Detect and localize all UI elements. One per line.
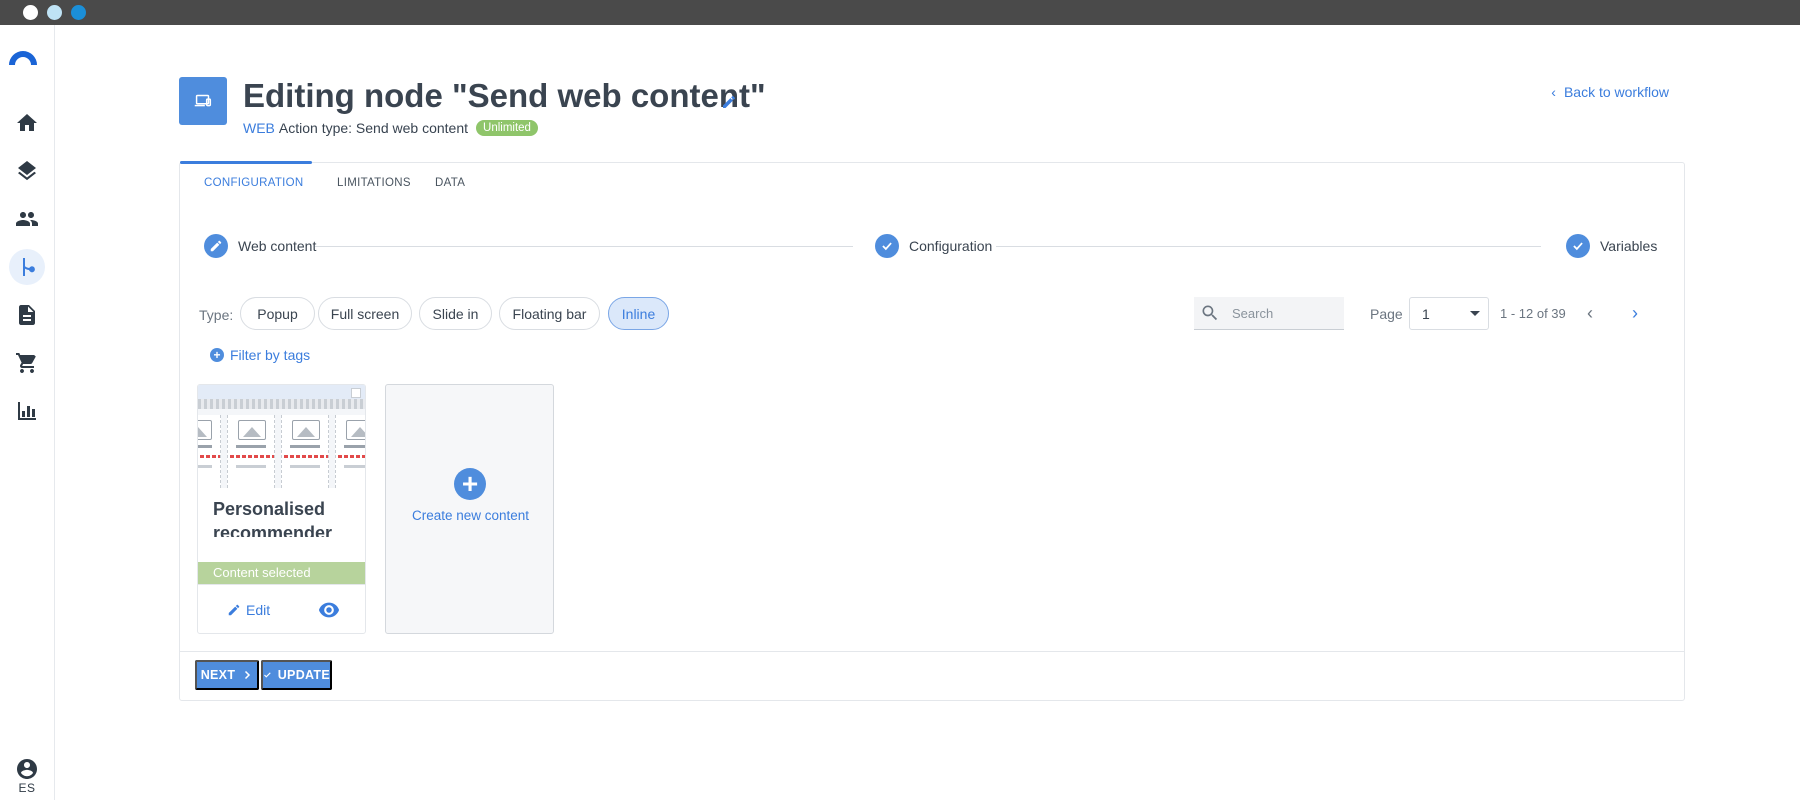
step-configuration[interactable]: Configuration [875, 234, 992, 258]
page-select-value: 1 [1422, 305, 1430, 322]
type-chip-inline[interactable]: Inline [608, 297, 669, 330]
brand-logo-icon[interactable] [7, 45, 39, 65]
next-button[interactable]: NEXT [195, 660, 259, 690]
step-label: Configuration [909, 238, 993, 254]
home-icon [17, 114, 37, 131]
step-web-content[interactable]: Web content [204, 234, 316, 258]
caret-down-icon [1470, 311, 1480, 316]
filter-by-tags-button[interactable]: + Filter by tags [210, 347, 310, 363]
active-tab-indicator [180, 161, 312, 164]
next-page-button[interactable]: › [1625, 303, 1645, 324]
chevron-right-icon [245, 670, 251, 680]
sidebar-item-workflows[interactable] [9, 249, 45, 285]
search-field [1194, 297, 1344, 330]
type-chip-slide-in[interactable]: Slide in [419, 297, 492, 330]
card-footer: NEXT UPDATE [180, 651, 1684, 700]
check-icon [264, 672, 271, 678]
step-check-icon [875, 234, 899, 258]
back-to-workflow-link[interactable]: ‹ Back to workflow [1551, 84, 1669, 100]
back-to-workflow-label: Back to workflow [1563, 84, 1669, 100]
cart-icon [16, 353, 36, 373]
sidebar-item-layers[interactable] [9, 153, 45, 189]
type-chip-popup[interactable]: Popup [240, 297, 315, 330]
layers-icon [18, 161, 36, 181]
add-circle-icon: + [210, 348, 224, 362]
sidebar-item-home[interactable] [9, 105, 45, 141]
document-icon [19, 305, 35, 325]
people-icon [16, 212, 38, 226]
content-selected-status: Content selected [198, 562, 365, 584]
tab-limitations[interactable]: LIMITATIONS [337, 177, 411, 189]
bar-chart-icon [18, 402, 36, 420]
search-icon [1202, 305, 1218, 321]
preview-button[interactable] [318, 601, 340, 619]
sidebar-item-commerce[interactable] [9, 345, 45, 381]
node-editor-card: CONFIGURATION LIMITATIONS DATA Web conte… [179, 161, 1685, 701]
update-label: UPDATE [277, 668, 330, 682]
create-new-content-label: Create new content [411, 508, 530, 523]
eye-icon [318, 602, 340, 618]
pencil-icon [723, 96, 735, 108]
stepper-connector [996, 246, 1541, 247]
page-label: Page [1370, 306, 1403, 322]
content-card-actions: Edit [198, 584, 365, 633]
create-new-content-card[interactable]: + Create new content [385, 384, 554, 634]
sidebar-item-people[interactable] [9, 201, 45, 237]
page-title: Editing node "Send web content" [243, 77, 766, 114]
user-menu[interactable]: ES [8, 757, 46, 795]
user-initials: ES [18, 781, 36, 795]
pagination-range: 1 - 12 of 39 [1500, 306, 1566, 321]
add-circle-icon: + [454, 468, 486, 500]
content-item-card[interactable]: Personalised recommender Content selecte… [197, 384, 366, 634]
step-label: Web content [238, 238, 317, 254]
search-input[interactable] [1232, 305, 1332, 321]
edit-content-button[interactable]: Edit [227, 602, 270, 618]
window-close-button[interactable] [23, 5, 38, 20]
tab-configuration[interactable]: CONFIGURATION [204, 177, 304, 189]
next-label: NEXT [200, 668, 236, 682]
action-type-text: Action type: Send web content [278, 120, 469, 136]
web-device-icon [194, 94, 212, 107]
edit-title-button[interactable] [721, 94, 737, 110]
step-variables[interactable]: Variables [1566, 234, 1657, 258]
tab-data[interactable]: DATA [435, 177, 465, 189]
workflow-icon [23, 258, 35, 276]
node-type-icon [179, 77, 227, 125]
chevron-left-icon: ‹ [1551, 84, 1556, 100]
page-select[interactable]: 1 [1409, 297, 1489, 330]
window-titlebar [0, 0, 1800, 25]
window-minimize-button[interactable] [47, 5, 62, 20]
content-thumbnail [198, 385, 365, 488]
channel-link[interactable]: WEB [243, 120, 275, 136]
previous-page-button[interactable]: ‹ [1580, 303, 1600, 324]
step-check-icon [1566, 234, 1590, 258]
sidebar-item-documents[interactable] [9, 297, 45, 333]
node-subtitle: WEB Action type: Send web content Unlimi… [243, 120, 538, 136]
type-filter-label: Type: [199, 307, 234, 323]
window-maximize-button[interactable] [71, 5, 86, 20]
status-badge: Unlimited [476, 120, 538, 136]
pencil-icon [228, 604, 240, 616]
type-chip-floating-bar[interactable]: Floating bar [499, 297, 600, 330]
sidebar: ES [0, 25, 55, 800]
filter-by-tags-label: Filter by tags [230, 347, 311, 363]
edit-label: Edit [246, 602, 271, 618]
content-title: Personalised recommender [213, 499, 333, 537]
stepper-connector [315, 246, 853, 247]
step-label: Variables [1600, 238, 1658, 254]
sidebar-item-analytics[interactable] [9, 393, 45, 429]
thumbnail-edit-icon [351, 388, 361, 398]
step-edit-icon [204, 234, 228, 258]
type-chip-full-screen[interactable]: Full screen [318, 297, 412, 330]
user-avatar-icon [17, 759, 37, 779]
update-button[interactable]: UPDATE [261, 660, 332, 690]
